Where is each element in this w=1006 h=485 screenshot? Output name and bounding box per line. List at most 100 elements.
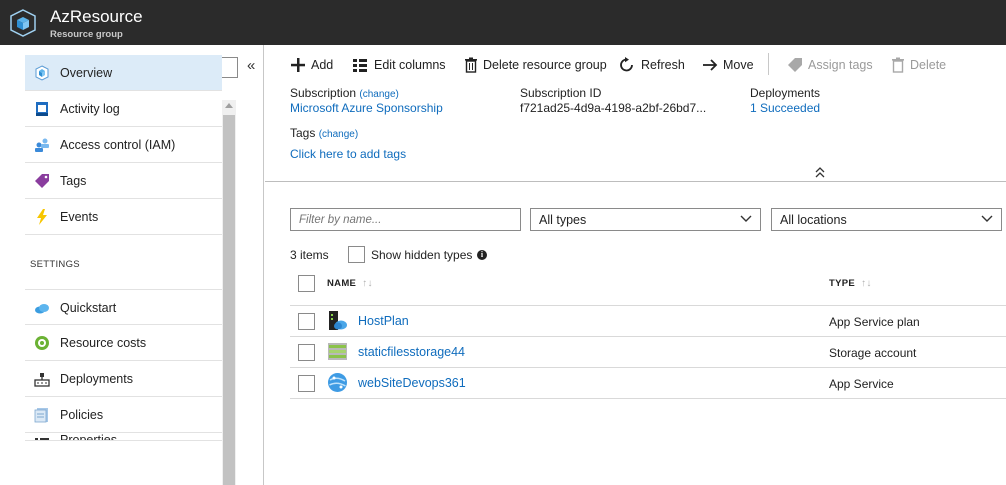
- types-dropdown[interactable]: All types: [530, 208, 761, 231]
- resource-type: Storage account: [829, 346, 917, 360]
- properties-icon: [35, 438, 49, 440]
- toolbar-separator: [768, 53, 769, 75]
- sidebar-item-properties[interactable]: Properties: [25, 433, 222, 441]
- page-subtitle: Resource group: [50, 29, 123, 40]
- plus-icon: [291, 58, 305, 72]
- trash-icon: [465, 57, 477, 73]
- add-tags-link[interactable]: Click here to add tags: [290, 147, 406, 161]
- sidebar-item-label: Tags: [60, 174, 87, 188]
- sidebar-item-label: Policies: [60, 408, 104, 422]
- row-checkbox[interactable]: [298, 344, 315, 361]
- arrow-right-icon: [703, 59, 718, 71]
- locations-dropdown[interactable]: All locations: [771, 208, 1002, 231]
- resource-link[interactable]: staticfilesstorage44: [358, 345, 465, 359]
- show-hidden-types-label: Show hidden types: [371, 248, 473, 262]
- sidebar-item-overview[interactable]: Overview: [25, 55, 222, 91]
- collapse-sidebar-button[interactable]: «: [247, 57, 255, 74]
- edit-columns-button[interactable]: Edit columns: [352, 55, 447, 75]
- info-icon[interactable]: i: [477, 250, 487, 260]
- resource-group-cube-icon: [10, 9, 36, 37]
- chevron-down-icon: [740, 215, 752, 222]
- app-service-icon: [328, 373, 347, 392]
- columns-icon: [353, 59, 367, 72]
- deployments-icon: [34, 373, 50, 387]
- page-title: AzResource: [50, 7, 143, 26]
- resource-type: App Service: [829, 377, 894, 391]
- scroll-up-icon[interactable]: [225, 103, 233, 108]
- scrollbar-thumb[interactable]: [223, 115, 235, 485]
- resource-type: App Service plan: [829, 315, 920, 329]
- overview-icon: [35, 65, 49, 81]
- sidebar-item-events[interactable]: Events: [25, 199, 222, 235]
- table-divider: [290, 305, 1006, 306]
- settings-section-header: SETTINGS: [30, 259, 80, 270]
- delete-resource-group-button[interactable]: Delete resource group: [463, 55, 607, 75]
- subscription-label: Subscription: [290, 86, 357, 100]
- trash-icon: [892, 57, 904, 73]
- locations-dropdown-value: All locations: [780, 213, 847, 227]
- refresh-button[interactable]: Refresh: [619, 55, 689, 75]
- resource-link[interactable]: webSiteDevops361: [358, 376, 466, 390]
- tag-icon: [35, 174, 49, 188]
- lightning-icon: [37, 209, 47, 225]
- sidebar-item-label: Events: [60, 210, 99, 224]
- tags-label-row: Tags (change): [290, 126, 358, 140]
- select-all-checkbox[interactable]: [298, 275, 315, 292]
- sidebar-item-label: Deployments: [60, 372, 133, 386]
- sidebar-item-label: Properties: [60, 433, 117, 441]
- tag-icon: [788, 58, 802, 72]
- type-column-header[interactable]: TYPE ↑↓: [829, 278, 872, 289]
- sidebar-item-label: Quickstart: [60, 301, 117, 315]
- row-divider: [290, 398, 1006, 399]
- deployments-link[interactable]: 1 Succeeded: [750, 101, 820, 115]
- tags-change-link[interactable]: (change): [319, 129, 358, 140]
- deployments-label: Deployments: [750, 86, 821, 100]
- assign-tags-button[interactable]: Assign tags: [787, 55, 873, 75]
- sidebar-item-activity-log[interactable]: Activity log: [25, 91, 222, 127]
- sidebar-scrollbar[interactable]: [222, 100, 236, 485]
- sidebar-item-quickstart[interactable]: Quickstart: [25, 289, 222, 325]
- filter-name-input[interactable]: [299, 212, 509, 227]
- filter-by-name[interactable]: [290, 208, 521, 231]
- sidebar-item-deployments[interactable]: Deployments: [25, 361, 222, 397]
- move-button[interactable]: Move: [702, 55, 762, 75]
- delete-button[interactable]: Delete: [890, 55, 950, 75]
- iam-icon: [35, 138, 49, 152]
- show-hidden-types-checkbox[interactable]: [348, 246, 365, 263]
- sidebar-item-label: Activity log: [60, 102, 120, 116]
- row-checkbox[interactable]: [298, 313, 315, 330]
- name-column-header[interactable]: NAME ↑↓: [327, 278, 373, 289]
- app-service-plan-icon: [329, 311, 347, 330]
- storage-account-icon: [328, 343, 347, 360]
- cloud-icon: [35, 304, 49, 314]
- sort-icon: ↑↓: [362, 278, 373, 289]
- subscription-link[interactable]: Microsoft Azure Sponsorship: [290, 101, 443, 115]
- refresh-icon: [620, 57, 633, 72]
- sidebar-item-tags[interactable]: Tags: [25, 163, 222, 199]
- chevron-down-icon: [981, 215, 993, 222]
- subscription-id-label: Subscription ID: [520, 86, 602, 100]
- row-checkbox[interactable]: [298, 375, 315, 392]
- types-dropdown-value: All types: [539, 213, 587, 227]
- header-bar: AzResource Resource group: [0, 0, 1006, 45]
- essentials-divider: [265, 181, 1006, 182]
- subscription-label-row: Subscription (change): [290, 86, 399, 100]
- tags-label: Tags: [290, 126, 316, 140]
- sidebar-item-access-control[interactable]: Access control (IAM): [25, 127, 222, 163]
- double-chevron-up-icon[interactable]: [815, 167, 825, 179]
- resource-link[interactable]: HostPlan: [358, 314, 409, 328]
- cost-icon: [35, 336, 49, 350]
- add-button[interactable]: Add: [290, 55, 340, 75]
- row-divider: [290, 367, 1006, 368]
- sidebar-item-label: Access control (IAM): [60, 138, 176, 152]
- sidebar-item-resource-costs[interactable]: Resource costs: [25, 325, 222, 361]
- policies-icon: [34, 408, 48, 423]
- items-count: 3 items: [290, 248, 329, 262]
- subscription-change-link[interactable]: (change): [359, 89, 398, 100]
- sidebar-item-label: Resource costs: [60, 336, 147, 350]
- sort-icon: ↑↓: [861, 278, 872, 289]
- sidebar-item-policies[interactable]: Policies: [25, 397, 222, 433]
- subscription-id-value: f721ad25-4d9a-4198-a2bf-26bd7...: [520, 101, 707, 115]
- command-bar: Add Edit columns Delete resource group R…: [265, 45, 1006, 85]
- sidebar-item-label: Overview: [60, 66, 113, 80]
